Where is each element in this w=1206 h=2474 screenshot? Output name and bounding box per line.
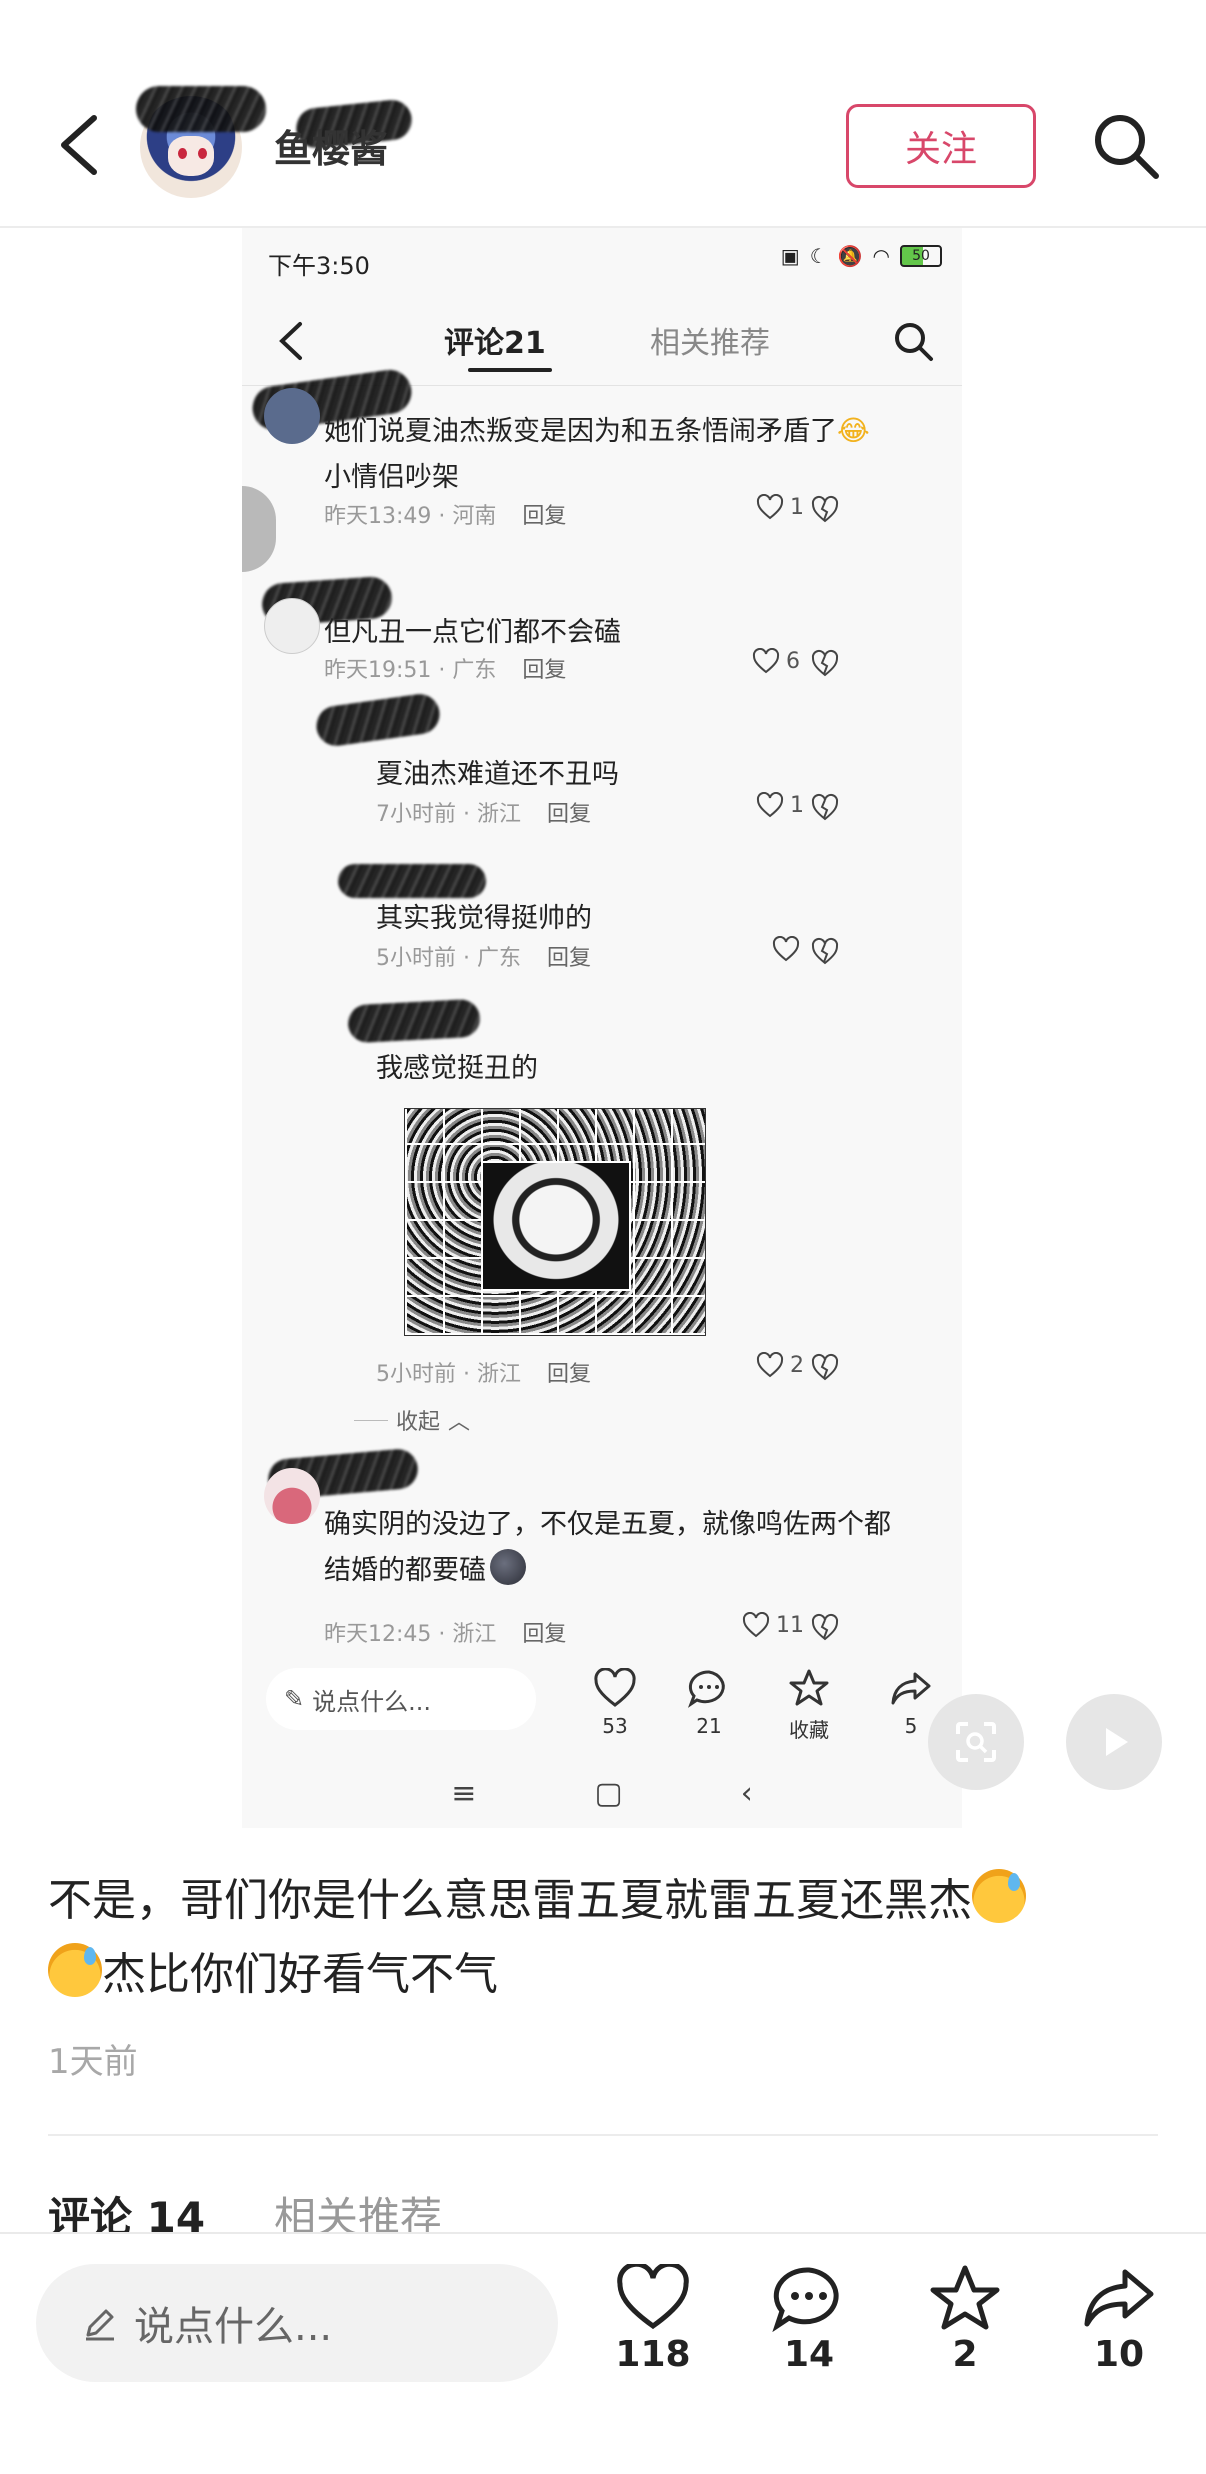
- heart-icon: [752, 648, 780, 674]
- pencil-icon: [86, 2309, 114, 2341]
- back-arrow-icon: [279, 322, 302, 360]
- bottom-action-bar: 说点什么... 118 14 2 10: [0, 2232, 1206, 2474]
- moon-icon: ☾: [809, 244, 828, 268]
- comment-text: 其实我觉得挺帅的: [376, 903, 592, 934]
- follow-button[interactable]: 关注: [846, 104, 1036, 188]
- battery-icon: 50: [900, 245, 942, 267]
- share-arrow-icon: [1084, 2269, 1154, 2327]
- mute-bell-icon: 🔕: [837, 244, 863, 268]
- comment-meta: 昨天12:45 · 浙江 回复: [324, 1622, 567, 1647]
- heart-icon: [772, 936, 800, 962]
- comment-input-placeholder: 说点什么...: [134, 2304, 333, 2350]
- avatar: [264, 388, 320, 444]
- comment-like: 11: [742, 1612, 804, 1638]
- image-search-button[interactable]: [928, 1694, 1024, 1790]
- redaction-scribble: [347, 998, 481, 1044]
- back-arrow-icon[interactable]: [52, 110, 112, 180]
- dark-moon-emoji-icon: [490, 1549, 526, 1585]
- collect-button[interactable]: 2: [910, 2264, 1020, 2375]
- redaction-scribble: [136, 86, 266, 132]
- dislike-heart-icon: [811, 1353, 839, 1381]
- dislike-heart-icon: [811, 649, 839, 677]
- comment-like: 1: [756, 792, 804, 818]
- share-button[interactable]: 10: [1064, 2264, 1174, 2375]
- sweat-emoji-icon: [972, 1869, 1026, 1923]
- comment-button[interactable]: 14: [754, 2264, 864, 2375]
- comment-text: 她们说夏油杰叛变是因为和五条悟闹矛盾了😂 小情侣吵架: [324, 414, 870, 493]
- search-icon[interactable]: [1090, 110, 1162, 182]
- heart-icon: [594, 1668, 636, 1707]
- nfc-icon: ▣: [780, 244, 800, 268]
- attached-screenshot[interactable]: 下午3:50 ▣ ☾ 🔕 ◠ 50 评论21 相关推荐 她们说夏油杰叛变是因为和…: [242, 228, 962, 1828]
- like-button[interactable]: 118: [598, 2264, 708, 2375]
- share-arrow-icon: [891, 1672, 931, 1705]
- avatar: [264, 598, 320, 654]
- post-time: 1天前: [48, 2042, 138, 2082]
- comment-image-manga: [404, 1108, 706, 1336]
- wifi-icon: ◠: [872, 244, 890, 268]
- inner-tab-comments: 评论21: [444, 326, 546, 361]
- comment-text: 夏油杰难道还不丑吗: [376, 759, 619, 790]
- comment-text: 确实阴的没边了，不仅是五夏，就像鸣佐两个都 结婚的都要磕: [324, 1509, 891, 1586]
- comment-meta: 昨天13:49 · 河南 回复: [324, 504, 567, 529]
- dislike-heart-icon: [811, 495, 839, 523]
- comment-meta: 5小时前 · 广东 回复: [376, 946, 592, 971]
- comment-input[interactable]: 说点什么...: [36, 2264, 558, 2382]
- collapse-replies: 收起 ︿: [354, 1404, 470, 1436]
- inner-collect-action: 收藏: [774, 1668, 844, 1743]
- scan-icon: [956, 1722, 996, 1762]
- heart-icon: [617, 2264, 689, 2330]
- status-icons: ▣ ☾ 🔕 ◠ 50: [781, 244, 942, 268]
- inner-tab-related: 相关推荐: [650, 326, 770, 361]
- inner-bottom-bar: ✎ 说点什么... 53 21 收藏 5: [242, 1658, 962, 1758]
- menu-icon: ≡: [451, 1775, 477, 1811]
- comment-like: 2: [756, 1352, 804, 1378]
- search-icon: [895, 323, 933, 361]
- android-nav-bar: ≡ ▢ ‹: [242, 1763, 962, 1823]
- comment-meta: 7小时前 · 浙江 回复: [376, 802, 592, 827]
- inner-comment-action: 21: [674, 1668, 744, 1738]
- inner-like-action: 53: [580, 1668, 650, 1738]
- username: 鱼樱酱: [274, 127, 389, 171]
- chat-bubble-icon: [687, 1670, 725, 1708]
- heart-icon: [742, 1612, 770, 1638]
- redaction-scribble: [338, 864, 486, 898]
- heart-icon: [756, 494, 784, 520]
- comment-like: 6: [752, 648, 800, 674]
- comment-like: [772, 936, 800, 962]
- post-body-text: 不是，哥们你是什么意思雷五夏就雷五夏还黑杰 杰比你们好看气不气: [48, 1864, 1158, 2012]
- heart-icon: [756, 1352, 784, 1378]
- redaction-scribble: [313, 691, 443, 749]
- status-time: 下午3:50: [268, 252, 370, 280]
- comment-like: 1: [756, 494, 804, 520]
- comment-meta: 昨天19:51 · 广东 回复: [324, 658, 567, 683]
- inner-nav: 评论21 相关推荐: [242, 290, 962, 386]
- comment-meta: 5小时前 · 浙江 回复: [376, 1362, 592, 1387]
- play-icon: [1106, 1728, 1128, 1756]
- back-icon: ‹: [740, 1775, 753, 1811]
- avatar: [264, 1468, 320, 1524]
- dislike-heart-icon: [811, 793, 839, 821]
- chat-bubble-icon: [772, 2267, 839, 2332]
- dislike-heart-icon: [811, 1613, 839, 1641]
- divider: [48, 2134, 1158, 2136]
- star-icon: [789, 1669, 829, 1706]
- star-icon: [930, 2265, 1000, 2330]
- comment-text: 我感觉挺丑的: [376, 1053, 538, 1084]
- chevron-up-icon: ︿: [448, 1410, 471, 1435]
- pencil-icon: ✎: [284, 1685, 305, 1713]
- comment-text: 但凡丑一点它们都不会磕: [324, 617, 621, 648]
- play-button[interactable]: [1066, 1694, 1162, 1790]
- tab-underline: [468, 368, 552, 372]
- inner-comment-input: ✎ 说点什么...: [266, 1668, 536, 1730]
- side-handle: [242, 486, 276, 572]
- heart-icon: [756, 792, 784, 818]
- laughing-emoji-icon: 😂: [837, 414, 870, 447]
- home-square-icon: ▢: [594, 1775, 623, 1811]
- sweat-emoji-icon: [48, 1943, 102, 1997]
- dislike-heart-icon: [811, 937, 839, 965]
- top-header: 鱼樱酱 关注: [0, 0, 1206, 228]
